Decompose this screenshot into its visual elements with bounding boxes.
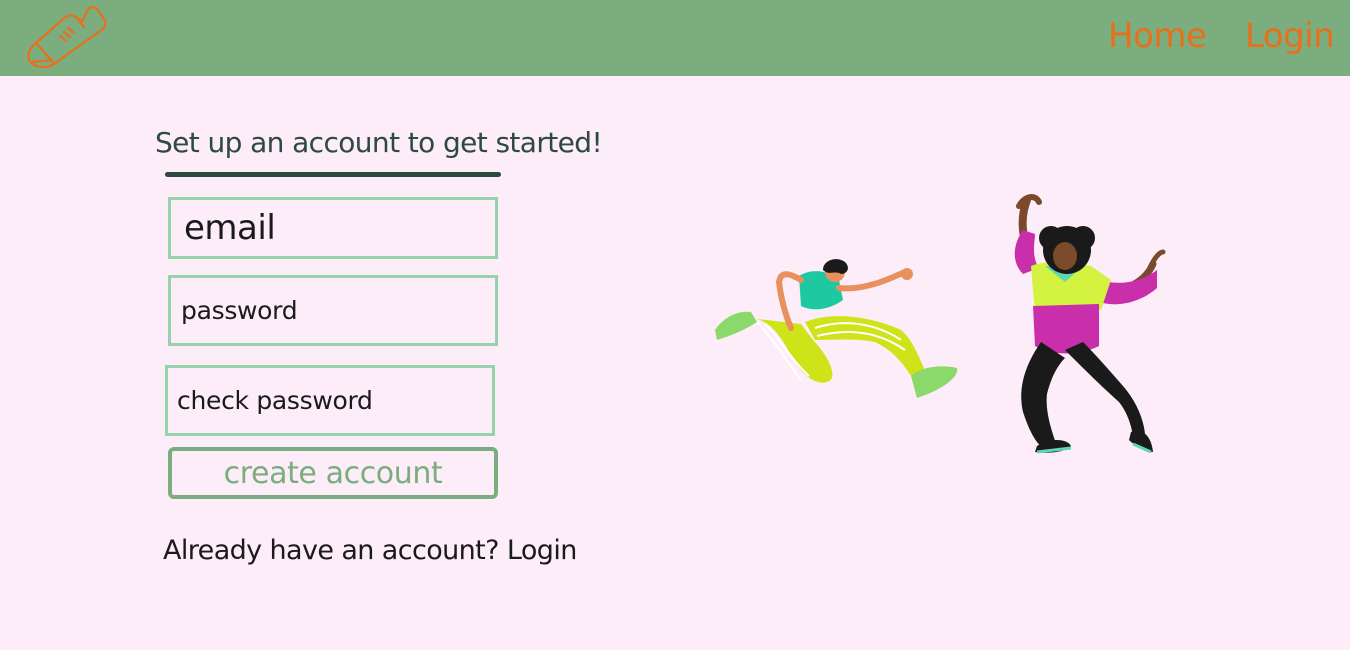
sneaker-icon[interactable] bbox=[24, 2, 108, 72]
page-title: Set up an account to get started! bbox=[155, 126, 603, 159]
nav-login-link[interactable]: Login bbox=[1245, 16, 1335, 56]
title-underline bbox=[165, 172, 501, 177]
login-prompt: Already have an account? Login bbox=[163, 535, 577, 566]
login-prompt-text: Already have an account? bbox=[163, 535, 500, 566]
footer-login-link[interactable]: Login bbox=[507, 535, 577, 566]
dancer-figure bbox=[1014, 194, 1166, 454]
check-password-field[interactable] bbox=[165, 365, 495, 436]
runner-figure bbox=[715, 259, 958, 398]
create-account-button[interactable]: create account bbox=[168, 447, 498, 499]
navbar: Home Login bbox=[0, 0, 1350, 76]
nav-home-link[interactable]: Home bbox=[1108, 16, 1207, 56]
password-field[interactable] bbox=[168, 275, 498, 346]
email-field[interactable] bbox=[168, 197, 498, 259]
dancing-people-illustration bbox=[715, 194, 1166, 454]
